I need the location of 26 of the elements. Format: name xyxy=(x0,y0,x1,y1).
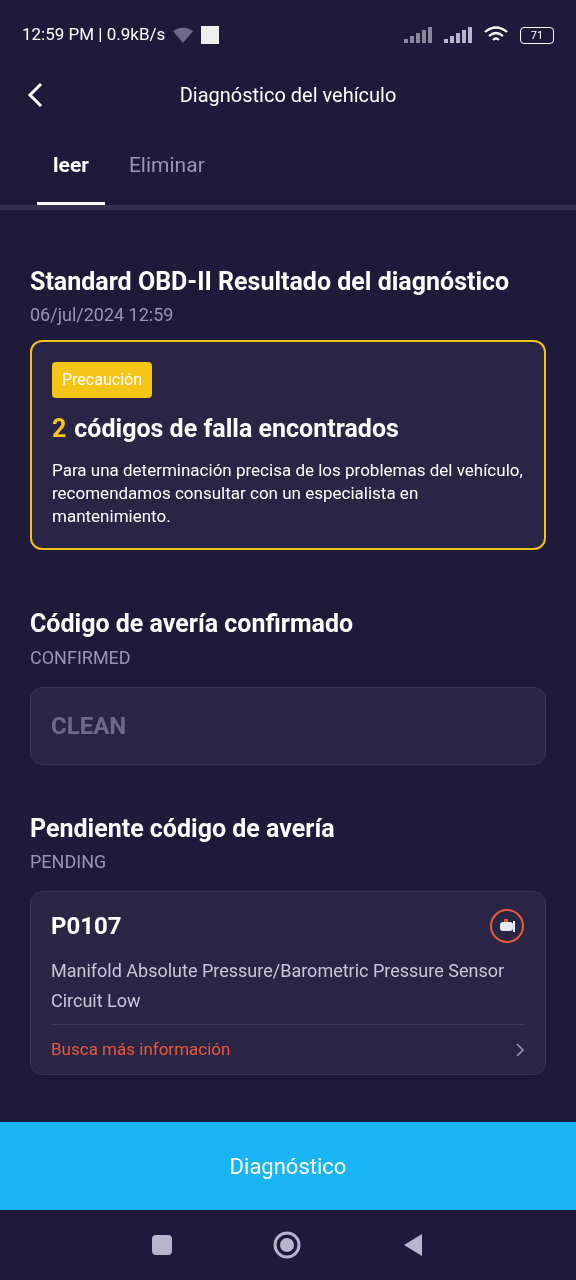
section-subtitle: PENDING xyxy=(30,849,108,874)
image-notification-icon xyxy=(201,26,220,44)
result-date: 06/jul/2024 12:59 xyxy=(30,302,175,327)
caution-badge: Precaución xyxy=(52,361,152,398)
status-time: 12:59 PM | 0.9kB/s xyxy=(22,23,166,47)
clean-label: CLEAN xyxy=(51,710,127,742)
page-title: Diagnóstico del vehículo xyxy=(179,82,397,109)
back-nav-icon[interactable] xyxy=(402,1233,424,1257)
section-title: Pendiente código de avería xyxy=(30,812,336,844)
home-icon[interactable] xyxy=(272,1230,302,1260)
engine-icon xyxy=(489,907,525,944)
alert-message: Para una determinación precisa de los problemas del vehículo, recomendamos consultar con un especialista en mantenimiento. xyxy=(52,459,524,529)
section-title: Código de avería confirmado xyxy=(30,608,355,640)
battery-indicator: 71 xyxy=(520,26,554,44)
signal-icon xyxy=(404,27,432,43)
fault-code: P0107 xyxy=(51,910,122,942)
chevron-right-icon[interactable] xyxy=(515,1041,525,1058)
result-title: Standard OBD-II Resultado del diagnóstico xyxy=(30,265,511,297)
recents-icon[interactable] xyxy=(152,1235,172,1255)
alert-headline: códigos de falla encontrados xyxy=(74,412,399,445)
tab[interactable]: Eliminar xyxy=(112,142,221,206)
section-subtitle: CONFIRMED xyxy=(30,645,132,670)
signal-icon xyxy=(444,27,472,43)
more-info-link[interactable]: Busca más información xyxy=(51,1036,231,1063)
fault-count: 2 xyxy=(52,412,67,445)
fault-description: Manifold Absolute Pressure/Barometric Pressure Sensor Circuit Low xyxy=(51,958,506,1013)
